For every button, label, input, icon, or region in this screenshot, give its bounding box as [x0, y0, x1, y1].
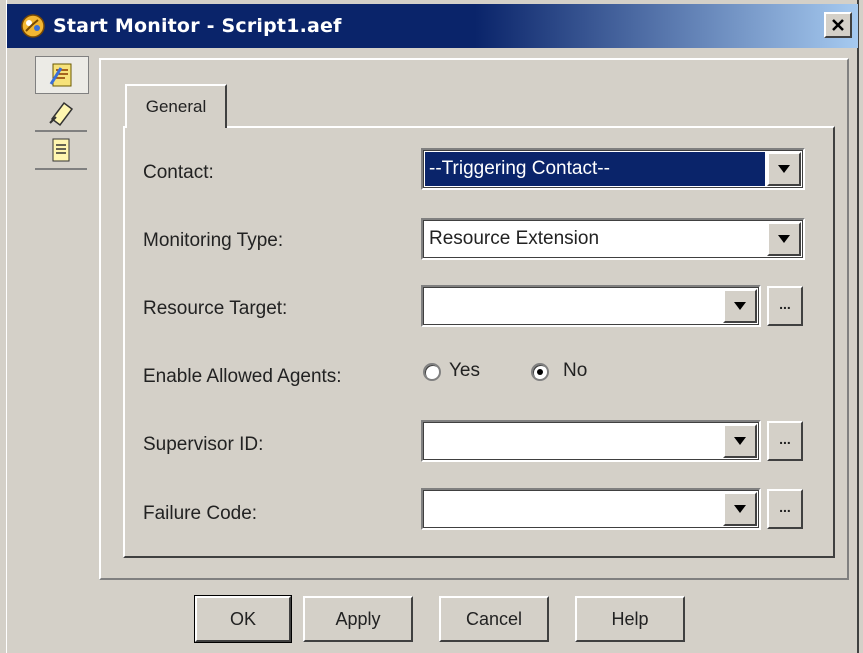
contact-dropdown-button[interactable] [767, 152, 801, 186]
resource-target-label: Resource Target: [143, 298, 288, 319]
monitoring-type-label: Monitoring Type: [143, 230, 284, 251]
notes-page-icon [52, 138, 70, 162]
dialog-window: Start Monitor - Script1.aef General Cont… [6, 0, 859, 653]
chevron-down-icon [734, 505, 746, 513]
apply-button[interactable]: Apply [303, 596, 413, 642]
contact-label: Contact: [143, 162, 214, 183]
failure-code-dropdown-button[interactable] [723, 492, 757, 526]
chevron-down-icon [734, 437, 746, 445]
cancel-button[interactable]: Cancel [439, 596, 549, 642]
edit-tag-icon [49, 101, 74, 127]
contact-dropdown[interactable]: --Triggering Contact-- [421, 148, 805, 190]
title-bar[interactable]: Start Monitor - Script1.aef [7, 4, 858, 48]
edit-tag-button[interactable] [35, 94, 87, 132]
app-icon [19, 12, 47, 40]
close-button[interactable] [824, 12, 852, 38]
supervisor-id-dropdown[interactable] [421, 420, 761, 462]
window-title: Start Monitor - Script1.aef [53, 15, 342, 37]
allowed-agents-no-label[interactable]: No [563, 360, 587, 382]
general-page-button[interactable] [35, 56, 89, 94]
failure-code-label: Failure Code: [143, 503, 258, 524]
chevron-down-icon [778, 235, 790, 243]
allowed-agents-yes-radio[interactable] [423, 363, 441, 381]
monitoring-type-value: Resource Extension [429, 228, 600, 249]
supervisor-id-label: Supervisor ID: [143, 434, 264, 455]
monitoring-type-dropdown-button[interactable] [767, 222, 801, 256]
resource-target-dropdown[interactable] [421, 285, 761, 327]
allowed-agents-yes-label[interactable]: Yes [449, 360, 480, 382]
notes-page-button[interactable] [35, 132, 87, 170]
contact-value: --Triggering Contact-- [429, 158, 610, 179]
page-selector [35, 56, 91, 170]
ok-button[interactable]: OK [194, 595, 292, 643]
tab-general[interactable]: General [125, 84, 227, 128]
chevron-down-icon [734, 302, 746, 310]
allowed-agents-no-radio[interactable] [531, 363, 549, 381]
monitoring-type-dropdown[interactable]: Resource Extension [421, 218, 805, 260]
supervisor-id-dropdown-button[interactable] [723, 424, 757, 458]
failure-code-dropdown[interactable] [421, 488, 761, 530]
supervisor-id-browse-button[interactable]: ... [767, 421, 803, 461]
resource-target-browse-button[interactable]: ... [767, 286, 803, 326]
resource-target-dropdown-button[interactable] [723, 289, 757, 323]
help-button[interactable]: Help [575, 596, 685, 642]
enable-allowed-agents-label: Enable Allowed Agents: [143, 366, 342, 387]
chevron-down-icon [778, 165, 790, 173]
general-page-icon [49, 63, 72, 87]
failure-code-browse-button[interactable]: ... [767, 489, 803, 529]
close-icon [832, 19, 844, 31]
